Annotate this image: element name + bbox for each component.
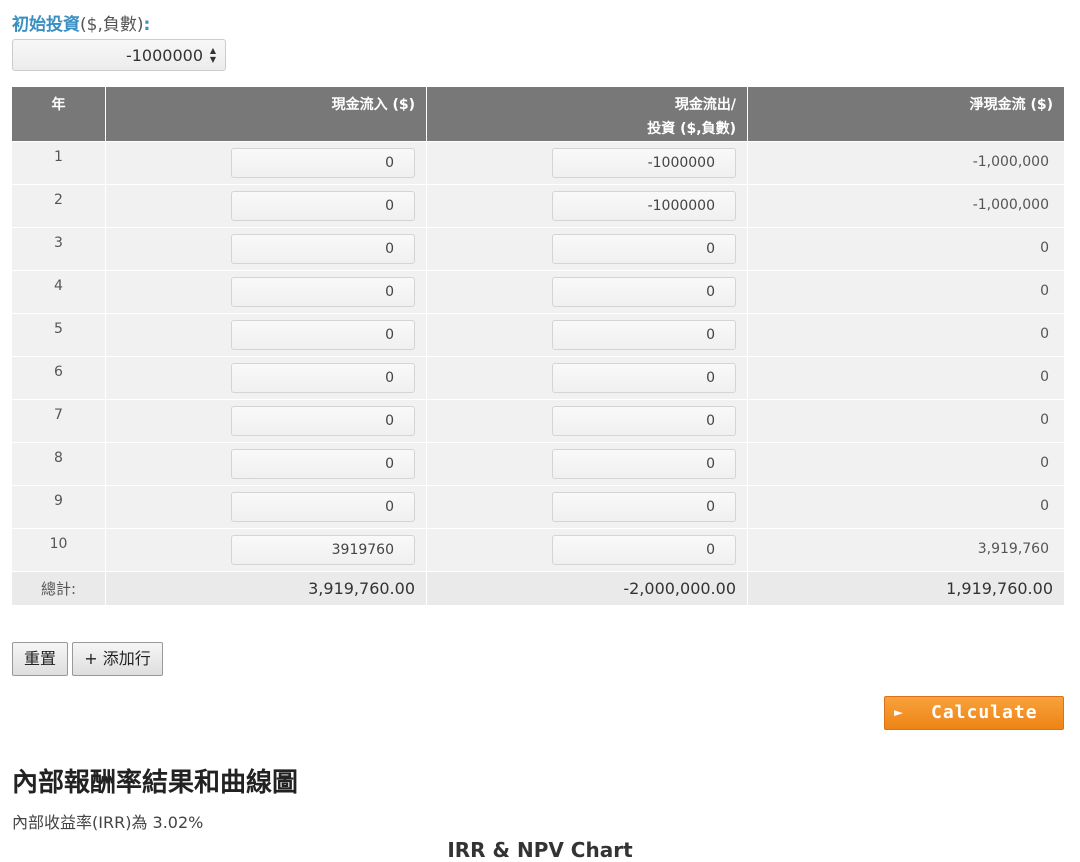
inflow-input[interactable]: 0 [231,449,415,479]
table-row: 2 0 -1000000 -1,000,000 [12,184,1064,227]
table-row: 10 3919760 0 3,919,760 [12,528,1064,571]
results-heading: 內部報酬率結果和曲線圖 [12,768,299,798]
initial-investment-label-main: 初始投資 [12,15,80,35]
play-arrow-icon: ► [894,703,905,721]
initial-investment-label-colon: : [143,15,151,35]
outflow-input[interactable]: 0 [552,320,736,350]
add-row-button[interactable]: + 添加行 [72,642,163,676]
net-cash-flow: 0 [747,313,1064,356]
outflow-input[interactable]: 0 [552,492,736,522]
row-year: 2 [12,184,105,227]
inflow-input[interactable]: 0 [231,406,415,436]
header-inflow: 現金流入 ($) [105,87,426,141]
net-cash-flow: 0 [747,399,1064,442]
row-year: 7 [12,399,105,442]
inflow-input[interactable]: 0 [231,320,415,350]
inflow-cell: 0 [105,184,426,227]
spinner-arrows-icon[interactable]: ▲ ▼ [208,46,218,64]
outflow-cell: -1000000 [426,184,747,227]
outflow-cell: 0 [426,442,747,485]
table-row: 7000 [12,399,1064,442]
initial-investment-input[interactable]: -1000000 ▲ ▼ [12,39,226,71]
outflow-cell: 0 [426,356,747,399]
inflow-input[interactable]: 0 [231,191,415,221]
initial-investment-label-unit: ($,負數) [80,15,144,35]
outflow-input[interactable]: 0 [552,277,736,307]
header-outflow-line2: 投資 ($,負數) [647,121,736,137]
net-cash-flow: 0 [747,485,1064,528]
table-row: 5000 [12,313,1064,356]
inflow-input[interactable]: 0 [231,363,415,393]
header-net: 淨現金流 ($) [747,87,1064,141]
inflow-cell: 0 [105,313,426,356]
outflow-input[interactable]: -1000000 [552,191,736,221]
table-header-row: 年 現金流入 ($) 現金流出/投資 ($,負數) 淨現金流 ($) [12,87,1064,141]
net-cash-flow: -1,000,000 [747,184,1064,227]
inflow-input[interactable]: 0 [231,492,415,522]
header-year: 年 [12,87,105,141]
inflow-cell: 0 [105,485,426,528]
inflow-cell: 3919760 [105,528,426,571]
row-year: 8 [12,442,105,485]
row-year: 9 [12,485,105,528]
calculate-button[interactable]: ► Calculate [884,696,1064,730]
totals-row: 總計: 3,919,760.00 -2,000,000.00 1,919,760… [12,571,1064,605]
inflow-cell: 0 [105,141,426,184]
header-outflow-line1: 現金流出/ [674,97,736,113]
inflow-input[interactable]: 3919760 [231,535,415,565]
row-year: 5 [12,313,105,356]
net-cash-flow: 3,919,760 [747,528,1064,571]
inflow-cell: 0 [105,442,426,485]
inflow-input[interactable]: 0 [231,148,415,178]
total-inflow: 3,919,760.00 [105,571,426,605]
inflow-cell: 0 [105,356,426,399]
table-row: 4000 [12,270,1064,313]
net-cash-flow: 0 [747,356,1064,399]
inflow-cell: 0 [105,270,426,313]
table-row: 8000 [12,442,1064,485]
table-row: 6000 [12,356,1064,399]
inflow-cell: 0 [105,399,426,442]
total-net: 1,919,760.00 [747,571,1064,605]
outflow-cell: 0 [426,227,747,270]
table-row: 1 0 -1000000 -1,000,000 [12,141,1064,184]
row-year: 6 [12,356,105,399]
cash-flow-table: 年 現金流入 ($) 現金流出/投資 ($,負數) 淨現金流 ($) 1 0 -10… [12,87,1064,605]
inflow-input[interactable]: 0 [231,234,415,264]
row-year: 4 [12,270,105,313]
table-row: 3000 [12,227,1064,270]
header-outflow: 現金流出/投資 ($,負數) [426,87,747,141]
calculate-button-label: Calculate [931,702,1038,723]
irr-result-text: 內部收益率(IRR)為 3.02% [12,813,204,832]
outflow-cell: -1000000 [426,141,747,184]
total-outflow: -2,000,000.00 [426,571,747,605]
outflow-cell: 0 [426,399,747,442]
initial-investment-value: -1000000 [125,46,203,65]
outflow-input[interactable]: 0 [552,406,736,436]
net-cash-flow: -1,000,000 [747,141,1064,184]
net-cash-flow: 0 [747,442,1064,485]
inflow-cell: 0 [105,227,426,270]
chart-title: IRR & NPV Chart [447,838,633,862]
row-year: 10 [12,528,105,571]
outflow-cell: 0 [426,270,747,313]
table-row: 9000 [12,485,1064,528]
totals-label: 總計: [12,571,105,605]
outflow-input[interactable]: -1000000 [552,148,736,178]
row-year: 3 [12,227,105,270]
net-cash-flow: 0 [747,270,1064,313]
inflow-input[interactable]: 0 [231,277,415,307]
outflow-input[interactable]: 0 [552,449,736,479]
outflow-cell: 0 [426,528,747,571]
reset-button[interactable]: 重置 [12,642,68,676]
outflow-cell: 0 [426,313,747,356]
outflow-input[interactable]: 0 [552,363,736,393]
initial-investment-label: 初始投資($,負數): [12,10,150,35]
outflow-input[interactable]: 0 [552,535,736,565]
row-year: 1 [12,141,105,184]
net-cash-flow: 0 [747,227,1064,270]
outflow-input[interactable]: 0 [552,234,736,264]
outflow-cell: 0 [426,485,747,528]
